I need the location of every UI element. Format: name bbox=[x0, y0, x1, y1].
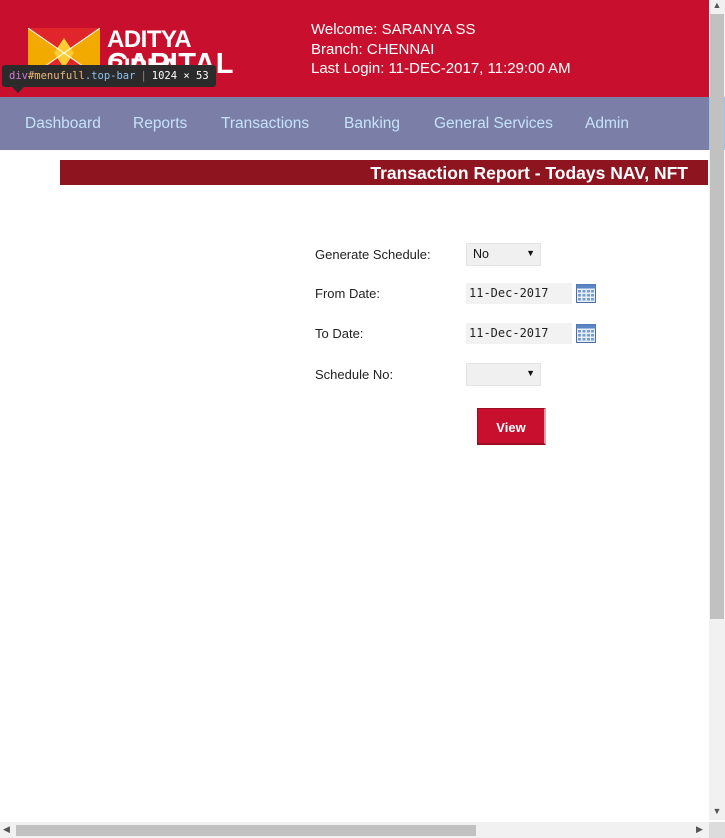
dropdown-arrow-icon: ▼ bbox=[526, 248, 535, 258]
from-date-input[interactable]: 11-Dec-2017 bbox=[466, 283, 572, 304]
generate-schedule-value: No bbox=[473, 247, 489, 261]
to-date-label: To Date: bbox=[315, 326, 364, 341]
from-date-label: From Date: bbox=[315, 286, 381, 301]
schedule-no-select[interactable]: ▼ bbox=[466, 363, 541, 386]
welcome-text: Welcome: SARANYA SS bbox=[311, 21, 476, 38]
nav-item-transactions[interactable]: Transactions bbox=[221, 97, 309, 150]
to-date-input[interactable]: 11-Dec-2017 bbox=[466, 323, 572, 344]
tooltip-separator: | bbox=[140, 70, 147, 82]
last-login-text: Last Login: 11-DEC-2017, 11:29:00 AM bbox=[311, 60, 571, 77]
vertical-scrollbar-thumb[interactable] bbox=[710, 14, 724, 619]
calendar-icon[interactable] bbox=[576, 324, 596, 343]
view-button[interactable]: View bbox=[477, 408, 546, 445]
devtools-inspect-tooltip: div#menufull.top-bar | 1024 × 53 bbox=[2, 65, 216, 87]
generate-schedule-select[interactable]: No ▼ bbox=[466, 243, 541, 266]
dropdown-arrow-icon: ▼ bbox=[526, 368, 535, 378]
horizontal-scrollbar-thumb[interactable] bbox=[16, 825, 476, 836]
branch-text: Branch: CHENNAI bbox=[311, 40, 435, 58]
nav-item-dashboard[interactable]: Dashboard bbox=[25, 97, 101, 150]
scroll-up-arrow-icon[interactable]: ▲ bbox=[711, 0, 723, 12]
user-info: Welcome: SARANYA SS Branch: CHENNAI Last… bbox=[311, 20, 571, 79]
nav-item-admin[interactable]: Admin bbox=[585, 97, 629, 150]
tooltip-class: .top-bar bbox=[84, 70, 136, 82]
tooltip-id: #menufull bbox=[27, 70, 85, 82]
tooltip-size: 1024 × 53 bbox=[151, 70, 209, 82]
top-nav-bar: Dashboard Reports Transactions Banking G… bbox=[0, 97, 709, 150]
page-title-bar: Transaction Report - Todays NAV, NFT bbox=[60, 160, 708, 185]
scrollbar-corner bbox=[709, 822, 725, 838]
tooltip-arrow bbox=[12, 87, 24, 93]
scroll-left-arrow-icon[interactable]: ◀ bbox=[3, 824, 10, 835]
nav-item-reports[interactable]: Reports bbox=[133, 97, 187, 150]
calendar-icon[interactable] bbox=[576, 284, 596, 303]
nav-item-general-services[interactable]: General Services bbox=[434, 97, 553, 150]
generate-schedule-label: Generate Schedule: bbox=[315, 247, 431, 262]
nav-item-banking[interactable]: Banking bbox=[344, 97, 400, 150]
page-title: Transaction Report - Todays NAV, NFT bbox=[370, 163, 688, 183]
scroll-right-arrow-icon[interactable]: ▶ bbox=[696, 824, 703, 835]
scroll-down-arrow-icon[interactable]: ▼ bbox=[711, 806, 723, 818]
schedule-no-label: Schedule No: bbox=[315, 367, 394, 382]
tooltip-tag: div bbox=[9, 70, 28, 82]
